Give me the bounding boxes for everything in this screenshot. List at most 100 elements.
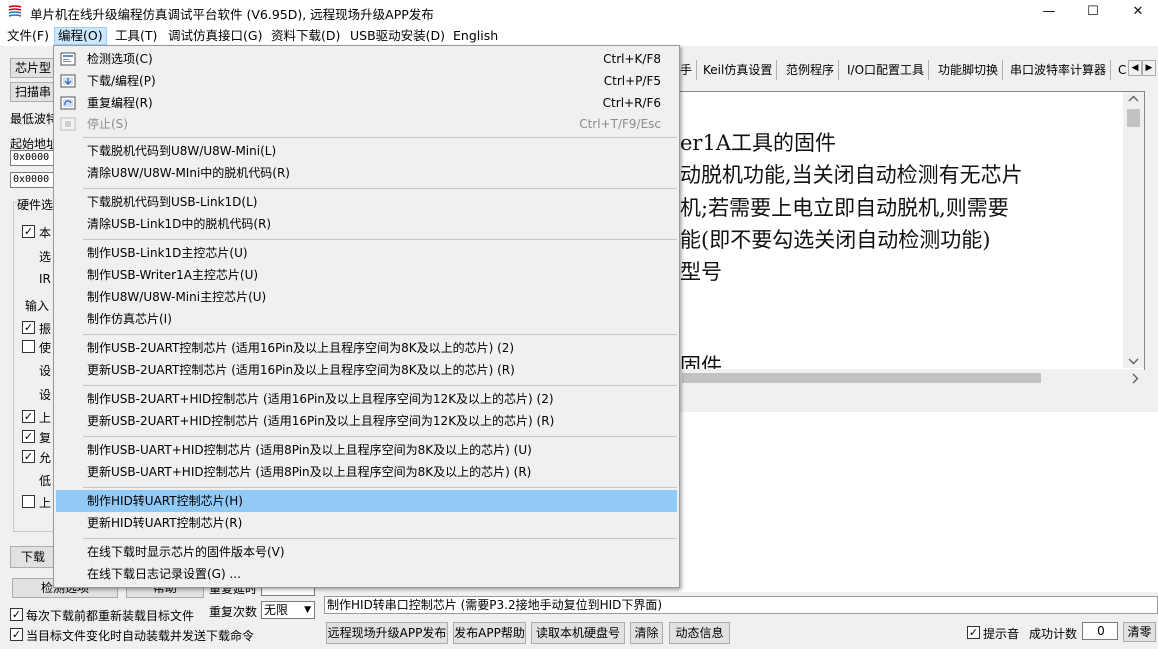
read-disk-id-button[interactable]: 读取本机硬盘号 — [531, 622, 625, 644]
menu-item-download-offline-link1d[interactable]: 下载脱机代码到USB-Link1D(L) — [56, 191, 677, 213]
hw-option-checkbox-9[interactable]: ✓ — [22, 410, 35, 423]
menu-item-make-link1d-chip[interactable]: 制作USB-Link1D主控芯片(U) — [56, 242, 677, 264]
menu-item-make-u8w-chip[interactable]: 制作U8W/U8W-Mini主控芯片(U) — [56, 286, 677, 308]
output-log-pane[interactable] — [679, 412, 1158, 592]
menu-separator — [83, 385, 677, 386]
menu-bar: 文件(F) 编程(O) 工具(T) 调试仿真接口(G) 资料下载(D) USB驱… — [0, 24, 1158, 46]
reload-each-label: 每次下载前都重新装载目标文件 — [26, 609, 195, 623]
auto-reload-checkbox[interactable]: ✓ — [10, 628, 23, 641]
menu-item-make-writer1a-chip[interactable]: 制作USB-Writer1A主控芯片(U) — [56, 264, 677, 286]
hw-option-label-7: 设 — [39, 364, 52, 378]
menu-item-update-usb-uart-hid[interactable]: 更新USB-UART+HID控制芯片 (适用8Pin及以上且程序空间为8K及以上… — [56, 461, 677, 483]
hw-option-checkbox-5[interactable]: ✓ — [22, 321, 35, 334]
menu-item-download-program[interactable]: 下载/编程(P) Ctrl+P/F5 — [56, 70, 677, 92]
menu-downloads[interactable]: 资料下载(D) — [268, 27, 343, 45]
menu-item-make-emulator-chip[interactable]: 制作仿真芯片(I) — [56, 308, 677, 330]
success-count-label: 成功计数 — [1029, 627, 1078, 641]
info-text-area[interactable]: er1A工具的固件 动脱机功能,当关闭自动检测有无芯片 机;若需要上电立即自动脱… — [679, 91, 1145, 370]
tab-io-config[interactable]: I/O口配置工具 — [843, 60, 930, 80]
menu-item-clear-offline-u8w[interactable]: 清除U8W/U8W-MIni中的脱机代码(R) — [56, 162, 677, 184]
app-logo-icon — [8, 5, 22, 17]
hardware-options-label: 硬件选 — [17, 196, 54, 213]
doc-line-1: er1A工具的固件 — [680, 131, 836, 155]
menu-file[interactable]: 文件(F) — [4, 27, 52, 45]
vertical-scrollbar[interactable] — [1123, 92, 1144, 368]
tab-sample-programs[interactable]: 范例程序 — [782, 60, 840, 80]
hw-option-label-6: 使 — [39, 341, 52, 355]
repeat-icon — [60, 96, 76, 110]
menu-item-log-settings[interactable]: 在线下载日志记录设置(G) ... — [56, 563, 677, 585]
menu-debug-interface[interactable]: 调试仿真接口(G) — [165, 27, 265, 45]
reload-each-checkbox[interactable]: ✓ — [10, 608, 23, 621]
tab-scroll-left-icon[interactable]: ◀ — [1128, 60, 1142, 76]
menu-separator — [83, 239, 677, 240]
hw-option-label-11: 允 — [39, 451, 52, 465]
menu-item-show-firmware-version[interactable]: 在线下载时显示芯片的固件版本号(V) — [56, 541, 677, 563]
hw-option-checkbox-11[interactable]: ✓ — [22, 450, 35, 463]
menu-item-update-hid-uart[interactable]: 更新HID转UART控制芯片(R) — [56, 512, 677, 534]
tab-pin-switch[interactable]: 功能脚切换 — [934, 60, 1004, 80]
menu-item-download-offline-u8w[interactable]: 下载脱机代码到U8W/U8W-Mini(L) — [56, 140, 677, 162]
hw-option-label-3: IR — [39, 272, 51, 286]
tab-keil-settings[interactable]: Keil仿真设置 — [699, 60, 778, 80]
close-button[interactable]: ✕ — [1115, 0, 1158, 24]
menu-item-repeat-program[interactable]: 重复编程(R) Ctrl+R/F6 — [56, 92, 677, 114]
menu-item-update-usb-2uart[interactable]: 更新USB-2UART控制芯片 (适用16Pin及以上且程序空间为8K及以上的芯… — [56, 359, 677, 381]
menu-item-clear-offline-link1d[interactable]: 清除USB-Link1D中的脱机代码(R) — [56, 213, 677, 235]
scroll-right-icon[interactable] — [1131, 373, 1139, 384]
repeat-count-label: 重复次数 — [209, 605, 258, 619]
download-icon — [60, 74, 76, 88]
hw-option-label-1: 本 — [39, 226, 52, 240]
menu-english[interactable]: English — [450, 27, 501, 45]
detect-icon — [60, 52, 76, 66]
scroll-down-icon[interactable] — [1128, 357, 1139, 365]
hw-option-checkbox-10[interactable]: ✓ — [22, 430, 35, 443]
hw-option-checkbox-6[interactable] — [22, 340, 35, 353]
hw-option-checkbox-13[interactable] — [22, 495, 35, 508]
remote-publish-button[interactable]: 远程现场升级APP发布 — [326, 622, 448, 644]
success-count-field: 0 — [1082, 622, 1118, 640]
hw-option-label-8: 设 — [39, 388, 52, 402]
horizontal-scroll-thumb[interactable] — [682, 373, 1041, 383]
scan-port-button[interactable]: 扫描串 — [10, 82, 56, 102]
min-baud-label: 最低波特 — [10, 112, 59, 126]
doc-line-3: 机;若需要上电立即自动脱机,则需要 — [680, 196, 1009, 220]
menu-item-make-usb-2uart[interactable]: 制作USB-2UART控制芯片 (适用16Pin及以上且程序空间为8K及以上的芯… — [56, 337, 677, 359]
maximize-button[interactable]: ☐ — [1070, 0, 1116, 24]
beep-checkbox[interactable]: ✓ — [967, 626, 980, 639]
hw-option-label-9: 上 — [39, 411, 52, 425]
menu-item-make-usb-2uart-hid[interactable]: 制作USB-2UART+HID控制芯片 (适用16Pin及以上且程序空间为12K… — [56, 388, 677, 410]
hw-option-label-13: 上 — [39, 496, 52, 510]
repeat-count-select[interactable]: 无限 ▼ — [261, 601, 315, 619]
download-program-button[interactable]: 下载 — [10, 546, 56, 568]
horizontal-scrollbar[interactable] — [680, 369, 1144, 387]
vertical-scroll-thumb[interactable] — [1127, 109, 1140, 127]
menu-item-detect-options[interactable]: 检测选项(C) Ctrl+K/F8 — [56, 48, 677, 70]
menu-item-stop[interactable]: 停止(S) Ctrl+T/F9/Esc — [56, 113, 677, 135]
tab-baud-calculator[interactable]: 串口波特率计算器 — [1006, 60, 1112, 80]
publish-help-button[interactable]: 发布APP帮助 — [453, 622, 526, 644]
beep-label: 提示音 — [983, 627, 1020, 641]
clear-log-button[interactable]: 清除 — [630, 622, 663, 644]
tab-scroll-right-icon[interactable]: ▶ — [1142, 60, 1156, 76]
chip-type-button[interactable]: 芯片型 — [10, 58, 56, 78]
end-address-input[interactable]: 0x0000 — [10, 172, 56, 188]
reset-count-button[interactable]: 清零 — [1123, 622, 1156, 642]
title-bar: 单片机在线升级编程仿真调试平台软件 (V6.95D), 远程现场升级APP发布 … — [0, 0, 1158, 24]
menu-item-make-usb-uart-hid[interactable]: 制作USB-UART+HID控制芯片 (适用8Pin及以上且程序空间为8K及以上… — [56, 439, 677, 461]
hw-option-label-4: 输入 — [25, 299, 50, 313]
menu-usb-driver[interactable]: USB驱动安装(D) — [347, 27, 448, 45]
start-address-input[interactable]: 0x0000 — [10, 150, 56, 166]
menu-item-make-hid-uart[interactable]: 制作HID转UART控制芯片(H) — [56, 490, 677, 512]
hw-option-label-10: 复 — [39, 431, 52, 445]
dynamic-info-button[interactable]: 动态信息 — [669, 622, 730, 644]
scroll-up-icon[interactable] — [1128, 95, 1139, 103]
hw-option-checkbox-1[interactable]: ✓ — [22, 225, 35, 238]
doc-line-5: 型号 — [680, 260, 722, 284]
window-title: 单片机在线升级编程仿真调试平台软件 (V6.95D), 远程现场升级APP发布 — [30, 7, 434, 22]
minimize-button[interactable]: — — [1026, 0, 1072, 24]
hw-option-label-12: 低 — [39, 474, 52, 488]
menu-tools[interactable]: 工具(T) — [112, 27, 160, 45]
menu-item-update-usb-2uart-hid[interactable]: 更新USB-2UART+HID控制芯片 (适用16Pin及以上且程序空间为12K… — [56, 410, 677, 432]
menu-program[interactable]: 编程(O) — [54, 27, 107, 45]
